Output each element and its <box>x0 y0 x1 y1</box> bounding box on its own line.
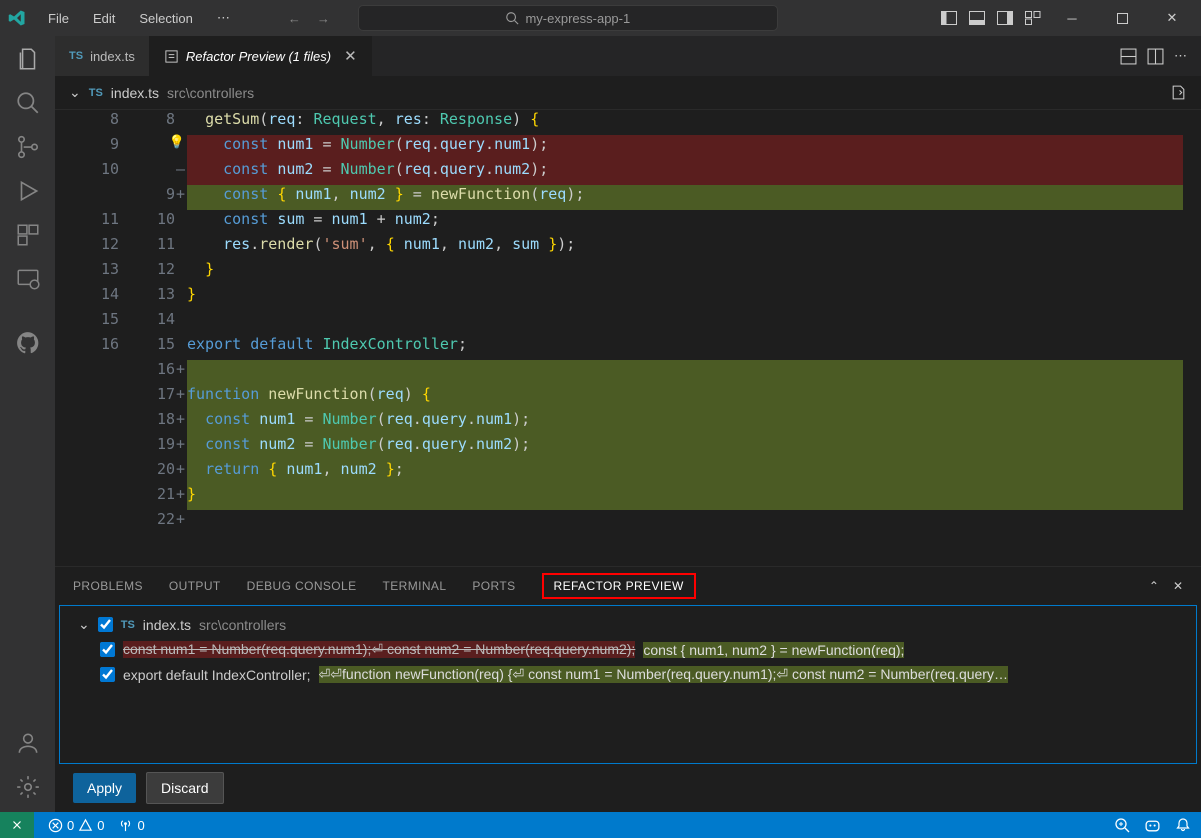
tab-label: Refactor Preview (1 files) <box>186 49 331 64</box>
panel-tab-output[interactable]: OUTPUT <box>169 579 221 593</box>
settings-gear-icon[interactable] <box>13 772 43 802</box>
refactor-preview-body: ⌄ TS index.ts src\controllers const num1… <box>59 605 1197 764</box>
tab-label: index.ts <box>90 49 135 64</box>
chevron-down-icon[interactable]: ⌄ <box>78 616 90 633</box>
close-panel-icon[interactable]: ✕ <box>1173 579 1183 593</box>
chevron-down-icon[interactable]: ⌄ <box>69 84 81 101</box>
bell-icon[interactable] <box>1175 817 1191 833</box>
layout-customize-icon[interactable] <box>1023 8 1043 28</box>
search-icon[interactable] <box>13 88 43 118</box>
accounts-icon[interactable] <box>13 728 43 758</box>
nav-back-icon[interactable]: ← <box>284 7 305 30</box>
editor-tabs: TS index.ts Refactor Preview (1 files) ✕… <box>55 36 1201 76</box>
preview-new-text: const { num1, num2 } = newFunction(req); <box>643 642 904 658</box>
go-to-file-icon[interactable] <box>1170 84 1187 101</box>
preview-change-row[interactable]: const num1 = Number(req.query.num1);⏎ co… <box>60 637 1196 662</box>
tab-refactor-preview[interactable]: Refactor Preview (1 files) ✕ <box>150 36 372 76</box>
preview-context-text: export default IndexController; <box>123 667 311 683</box>
command-center[interactable]: my-express-app-1 <box>358 5 778 31</box>
preview-file-name: index.ts <box>143 617 191 633</box>
menu-more-icon[interactable]: ⋯ <box>207 6 240 30</box>
split-right-icon[interactable] <box>1147 48 1164 65</box>
preview-file-header[interactable]: ⌄ TS index.ts src\controllers <box>60 612 1196 637</box>
remote-icon <box>10 818 24 832</box>
menu-edit[interactable]: Edit <box>83 7 125 30</box>
panel-tab-debug[interactable]: DEBUG CONSOLE <box>247 579 357 593</box>
discard-button[interactable]: Discard <box>146 772 223 804</box>
extensions-icon[interactable] <box>13 220 43 250</box>
more-actions-icon[interactable]: ⋯ <box>1174 48 1187 64</box>
window-close-icon[interactable]: ✕ <box>1151 0 1193 36</box>
error-icon <box>48 818 63 833</box>
warning-icon <box>78 818 93 833</box>
search-icon <box>505 11 519 25</box>
layout-right-icon[interactable] <box>995 8 1015 28</box>
status-ports[interactable]: 0 <box>118 818 144 833</box>
menu-selection[interactable]: Selection <box>129 7 202 30</box>
lightbulb-icon: 💡 <box>169 135 185 150</box>
activity-bar <box>0 36 55 812</box>
radio-tower-icon <box>118 818 133 833</box>
layout-left-icon[interactable] <box>939 8 959 28</box>
titlebar: File Edit Selection ⋯ ← → my-express-app… <box>0 0 1201 36</box>
panel: PROBLEMS OUTPUT DEBUG CONSOLE TERMINAL P… <box>55 566 1201 812</box>
typescript-icon: TS <box>69 50 83 62</box>
typescript-icon: TS <box>89 87 103 99</box>
source-control-icon[interactable] <box>13 132 43 162</box>
remote-indicator[interactable] <box>0 812 34 838</box>
zoom-icon[interactable] <box>1114 817 1130 833</box>
typescript-icon: TS <box>121 619 135 631</box>
copilot-icon[interactable] <box>1144 817 1161 834</box>
nav-forward-icon[interactable]: → <box>313 7 334 30</box>
change-checkbox[interactable] <box>100 642 115 657</box>
command-center-text: my-express-app-1 <box>525 11 630 26</box>
window-minimize-icon[interactable]: ─ <box>1051 0 1093 36</box>
panel-footer: Apply Discard <box>55 764 1201 812</box>
split-down-icon[interactable] <box>1120 48 1137 65</box>
window-maximize-icon[interactable] <box>1101 0 1143 36</box>
file-checkbox[interactable] <box>98 617 113 632</box>
breadcrumb-file[interactable]: index.ts <box>111 85 159 101</box>
run-debug-icon[interactable] <box>13 176 43 206</box>
panel-tabs: PROBLEMS OUTPUT DEBUG CONSOLE TERMINAL P… <box>55 567 1201 605</box>
close-icon[interactable]: ✕ <box>344 47 357 65</box>
statusbar: 0 0 0 <box>0 812 1201 838</box>
chevron-up-icon[interactable]: ⌃ <box>1149 579 1159 593</box>
remote-explorer-icon[interactable] <box>13 264 43 294</box>
panel-tab-refactor-preview[interactable]: REFACTOR PREVIEW <box>542 573 696 599</box>
preview-change-row[interactable]: export default IndexController; ⏎⏎functio… <box>60 662 1196 687</box>
breadcrumb: ⌄ TS index.ts src\controllers <box>55 76 1201 110</box>
minimap[interactable] <box>1183 110 1201 566</box>
diff-editor[interactable]: 88 getSum(req: Request, res: Response) {… <box>55 110 1201 566</box>
tab-index-ts[interactable]: TS index.ts <box>55 36 150 76</box>
breadcrumb-path: src\controllers <box>167 85 254 101</box>
github-icon[interactable] <box>13 328 43 358</box>
preview-icon <box>164 49 179 64</box>
change-checkbox[interactable] <box>100 667 115 682</box>
explorer-icon[interactable] <box>13 44 43 74</box>
apply-button[interactable]: Apply <box>73 773 136 803</box>
menu-file[interactable]: File <box>38 7 79 30</box>
panel-tab-ports[interactable]: PORTS <box>472 579 515 593</box>
status-problems[interactable]: 0 0 <box>48 818 104 833</box>
preview-file-path: src\controllers <box>199 617 286 633</box>
panel-tab-terminal[interactable]: TERMINAL <box>383 579 447 593</box>
vscode-logo-icon <box>8 9 26 27</box>
preview-old-text: const num1 = Number(req.query.num1);⏎ co… <box>123 641 635 658</box>
panel-tab-problems[interactable]: PROBLEMS <box>73 579 143 593</box>
layout-bottom-icon[interactable] <box>967 8 987 28</box>
preview-new-text: ⏎⏎function newFunction(req) {⏎ const num… <box>319 666 1008 683</box>
